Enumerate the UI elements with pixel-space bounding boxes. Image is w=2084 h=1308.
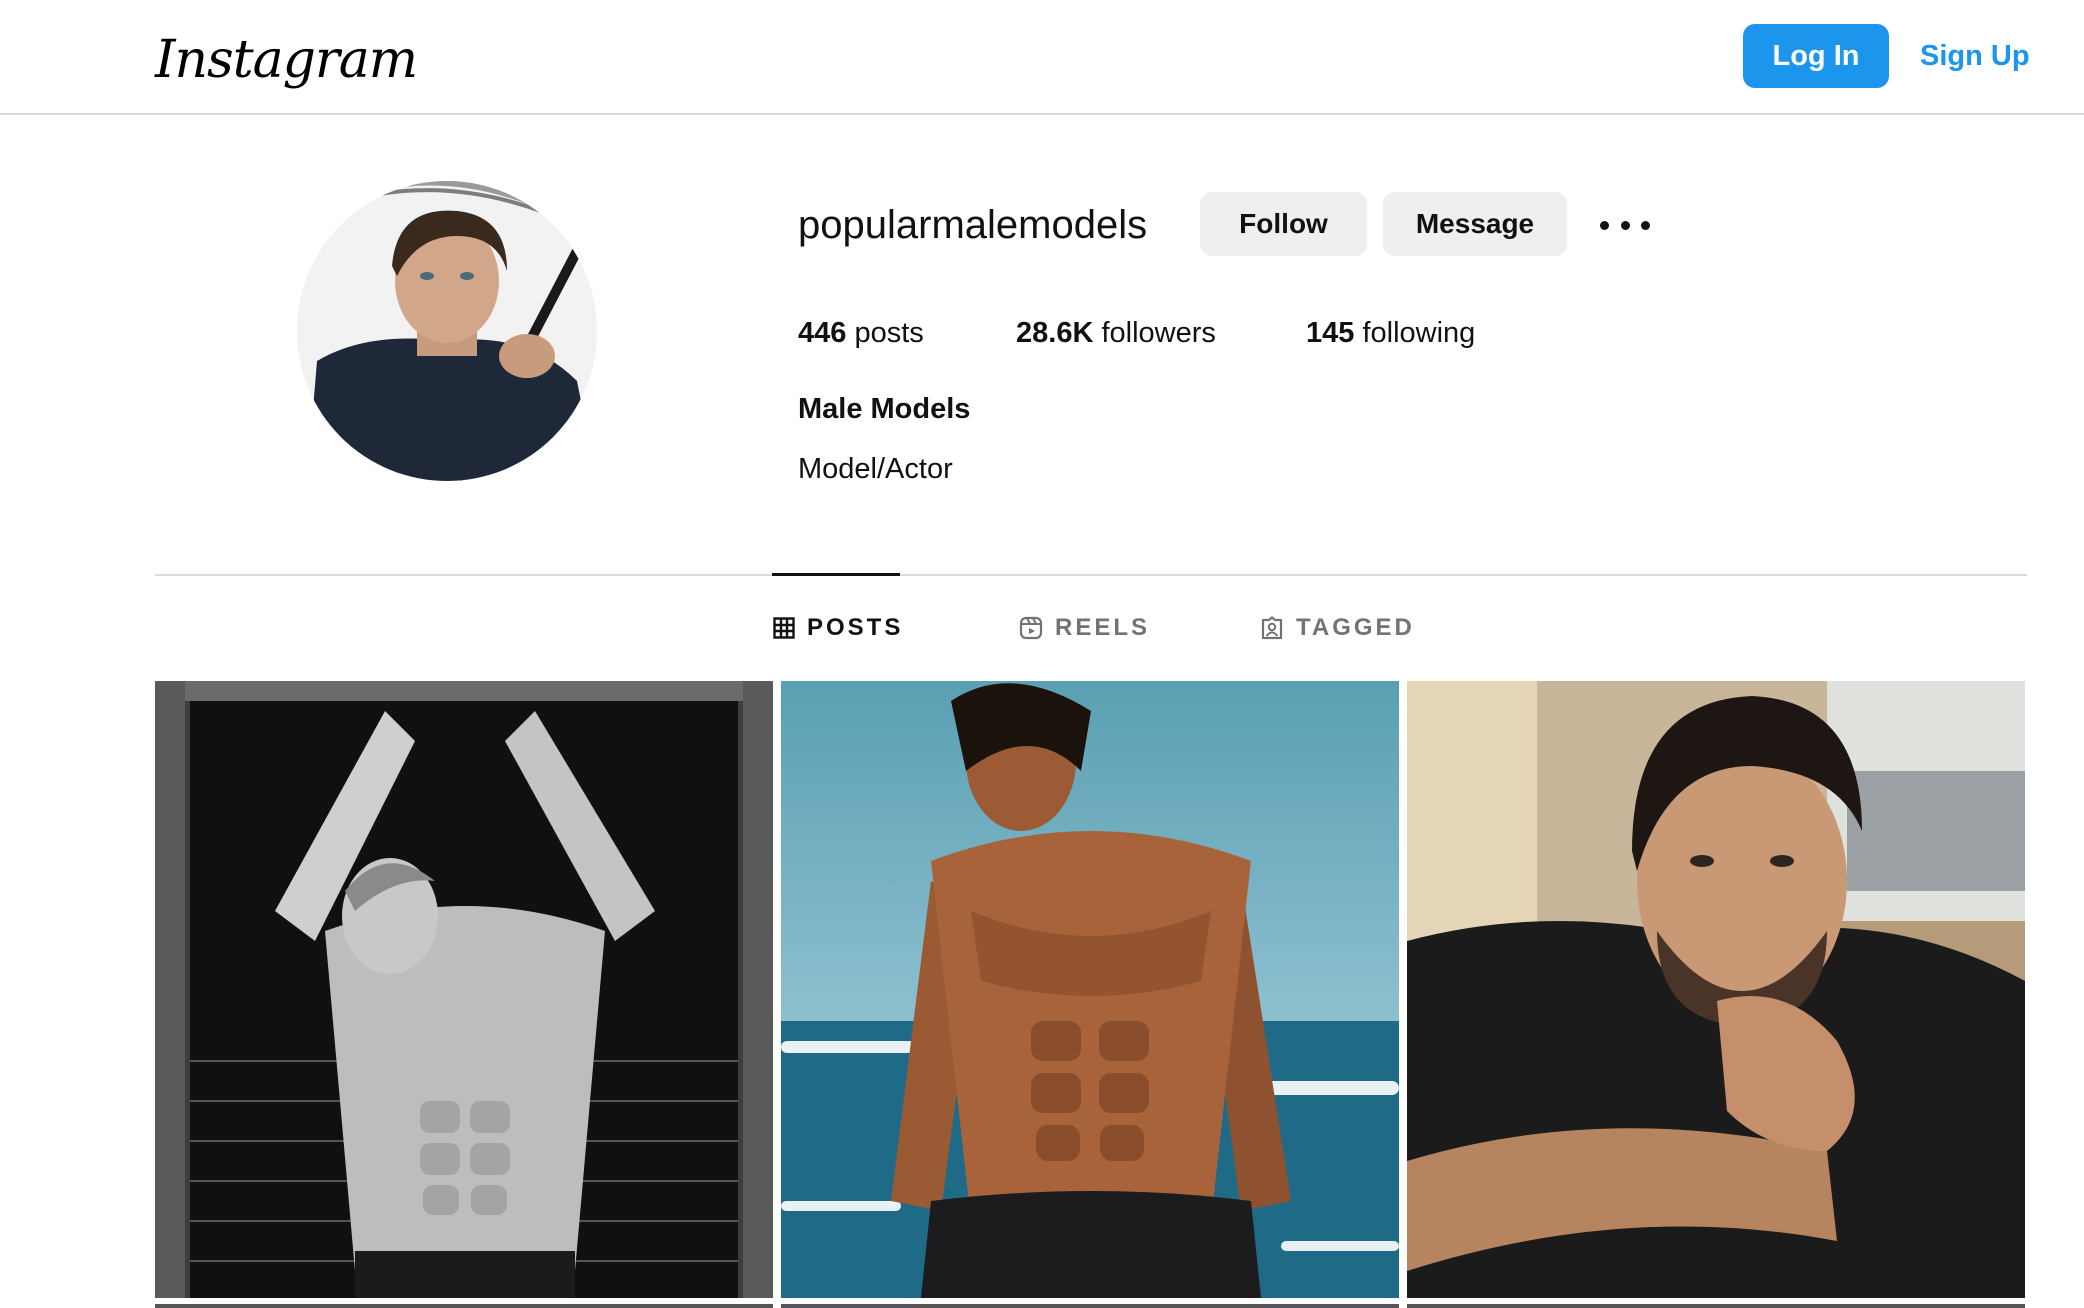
active-tab-indicator bbox=[772, 573, 900, 576]
tab-tagged-label: TAGGED bbox=[1296, 614, 1415, 641]
top-navigation-bar: Instagram Log In Sign Up bbox=[0, 0, 2084, 115]
grid-icon bbox=[773, 617, 795, 639]
avatar-image bbox=[297, 181, 597, 481]
followers-count-label: followers bbox=[1101, 317, 1216, 349]
post-image bbox=[781, 681, 1399, 1298]
tagged-icon bbox=[1260, 616, 1284, 640]
followers-count-value: 28.6K bbox=[1016, 317, 1094, 349]
reels-icon bbox=[1019, 616, 1043, 640]
post-thumbnail-next-row[interactable] bbox=[1407, 1304, 2025, 1308]
profile-full-name: Male Models bbox=[798, 393, 971, 425]
following-count-value: 145 bbox=[1306, 317, 1355, 349]
signup-link[interactable]: Sign Up bbox=[1920, 24, 2030, 88]
tab-reels-label: REELS bbox=[1055, 614, 1151, 641]
tab-tagged[interactable]: TAGGED bbox=[1260, 608, 1415, 648]
followers-count-stat[interactable]: 28.6K followers bbox=[1016, 313, 1216, 353]
post-thumbnail[interactable] bbox=[781, 681, 1399, 1298]
post-image bbox=[1407, 681, 2025, 1298]
post-thumbnail[interactable] bbox=[155, 681, 773, 1298]
post-thumbnail[interactable] bbox=[1407, 681, 2025, 1298]
posts-count-value: 446 bbox=[798, 317, 847, 349]
profile-avatar[interactable] bbox=[297, 181, 597, 481]
tab-reels[interactable]: REELS bbox=[1019, 608, 1150, 648]
login-button[interactable]: Log In bbox=[1743, 24, 1889, 88]
post-image bbox=[155, 681, 773, 1298]
profile-bio: Model/Actor bbox=[798, 453, 953, 485]
tab-posts-label: POSTS bbox=[807, 614, 904, 641]
following-count-stat[interactable]: 145 following bbox=[1306, 313, 1475, 353]
tabs-divider bbox=[155, 574, 2027, 576]
tab-posts[interactable]: POSTS bbox=[773, 608, 903, 648]
instagram-logo[interactable]: Instagram bbox=[155, 22, 418, 98]
profile-username: popularmalemodels bbox=[798, 203, 1148, 247]
post-thumbnail-next-row[interactable] bbox=[781, 1304, 1399, 1308]
more-horizontal-icon[interactable] bbox=[1600, 205, 1650, 245]
posts-count-label: posts bbox=[854, 317, 924, 349]
posts-count-stat: 446 posts bbox=[798, 313, 924, 353]
following-count-label: following bbox=[1362, 317, 1476, 349]
post-thumbnail-next-row[interactable] bbox=[155, 1304, 773, 1308]
follow-button[interactable]: Follow bbox=[1200, 192, 1367, 256]
message-button[interactable]: Message bbox=[1383, 192, 1567, 256]
